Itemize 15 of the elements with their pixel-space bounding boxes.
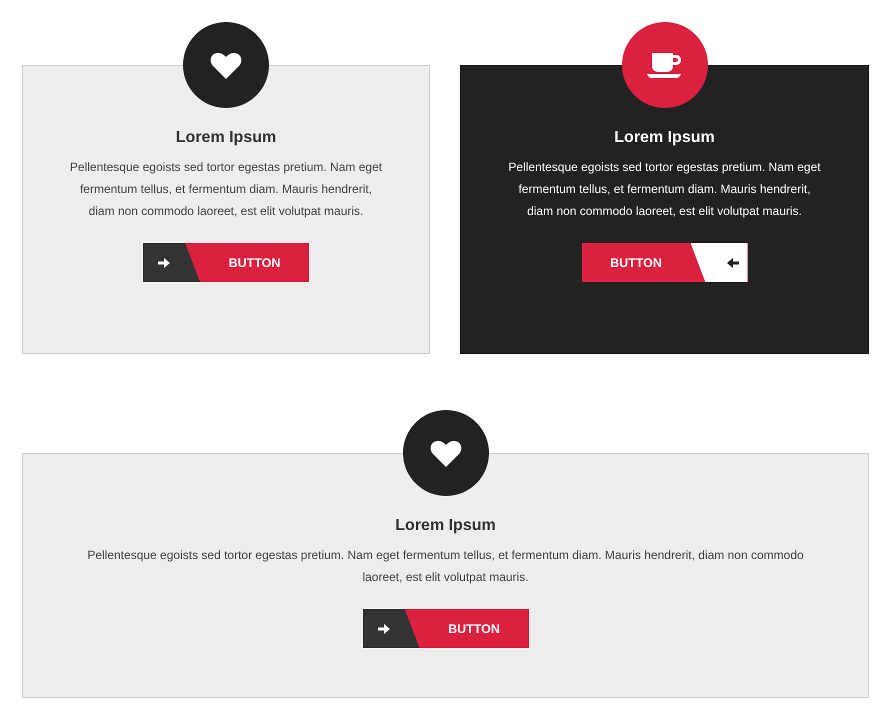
card-title: Lorem Ipsum	[614, 129, 715, 147]
card-button[interactable]: BUTTON	[582, 243, 748, 282]
arrow-icon	[378, 622, 390, 634]
heart-icon	[210, 51, 242, 79]
cup-icon	[646, 51, 682, 79]
card-text: Pellentesque egoists sed tortor egestas pretium. Nam eget fermentum tellus, et fermentum diam. Mauris hendrerit, diam non commodo laoreet, est elit volutpat mauris.	[68, 159, 384, 220]
arrow-icon	[158, 256, 170, 268]
card-title: Lorem Ipsum	[176, 129, 276, 147]
arrow-icon	[726, 256, 738, 268]
card-button[interactable]: BUTTON	[362, 609, 528, 648]
heart-icon	[430, 439, 462, 467]
card-text: Pellentesque egoists sed tortor egestas pretium. Nam eget fermentum tellus, et fermentum diam. Mauris hendrerit, diam non commodo laoreet, est elit volutpat mauris.	[507, 159, 822, 220]
card-button[interactable]: BUTTON	[143, 243, 309, 282]
card-title: Lorem Ipsum	[395, 517, 496, 535]
card-text: Pellentesque egoists sed tortor egestas pretium. Nam eget fermentum tellus, et fermentum diam. Mauris hendrerit, diam non commodo laoreet, est elit volutpat mauris.	[86, 547, 805, 586]
